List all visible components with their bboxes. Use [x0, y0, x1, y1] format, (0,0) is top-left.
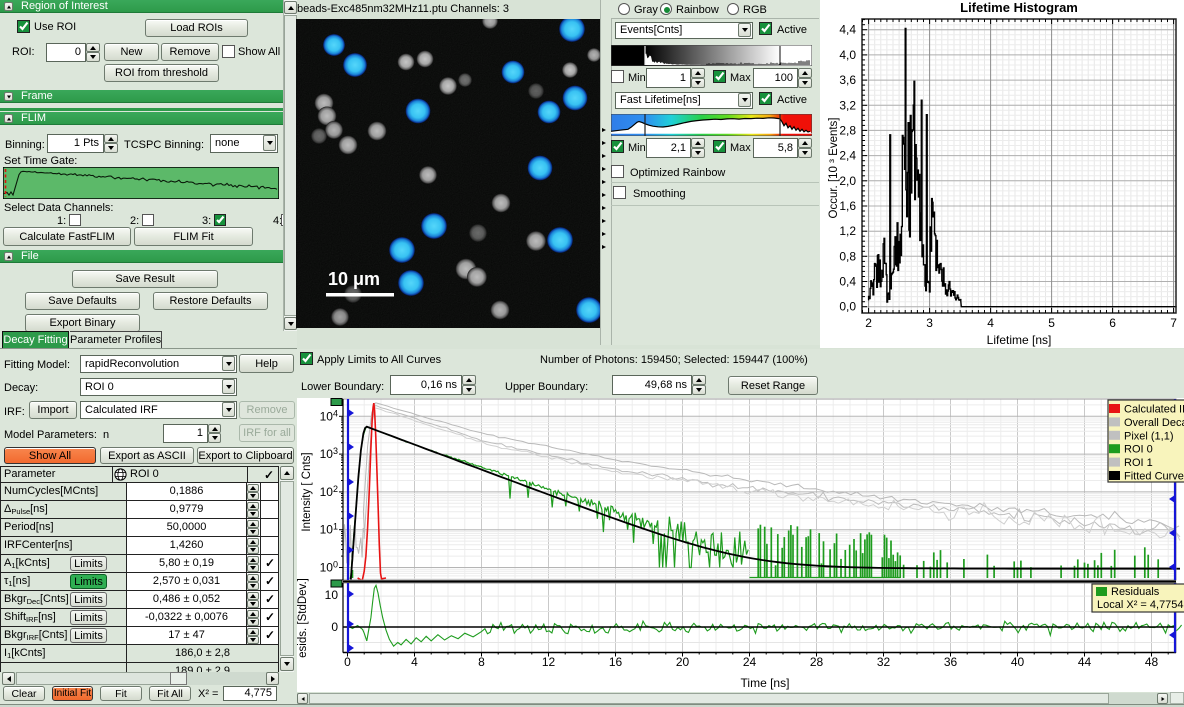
svg-text:2,8: 2,8 [839, 123, 856, 137]
svg-text:24: 24 [743, 655, 757, 669]
svg-text:44: 44 [1078, 655, 1092, 669]
svg-text:1,6: 1,6 [839, 199, 856, 213]
svg-text:Calculated IRF: Calculated IRF [1124, 404, 1184, 416]
svg-text:40: 40 [1011, 655, 1025, 669]
svg-text:Occur. [10 ³ Events]: Occur. [10 ³ Events] [828, 118, 840, 219]
svg-text:0: 0 [344, 655, 351, 669]
svg-text:esids. [StdDev.]: esids. [StdDev.] [297, 578, 309, 658]
svg-text:3,2: 3,2 [839, 98, 856, 112]
svg-text:2,4: 2,4 [839, 149, 856, 163]
svg-text:20: 20 [676, 655, 690, 669]
svg-text:2: 2 [865, 316, 872, 330]
svg-text:0,8: 0,8 [839, 249, 856, 263]
svg-text:10: 10 [325, 588, 339, 602]
svg-text:Local X² = 4,7754: Local X² = 4,7754 [1097, 599, 1184, 611]
svg-text:Pixel (1,1): Pixel (1,1) [1124, 430, 1174, 442]
svg-text:Time [ns]: Time [ns] [741, 676, 790, 690]
svg-text:4: 4 [411, 655, 418, 669]
svg-text:4,0: 4,0 [839, 48, 856, 62]
svg-text:48: 48 [1145, 655, 1159, 669]
svg-text:4: 4 [987, 316, 994, 330]
svg-text:4,4: 4,4 [839, 23, 856, 37]
svg-text:28: 28 [810, 655, 824, 669]
svg-text:0: 0 [331, 620, 338, 634]
svg-text:0,4: 0,4 [839, 275, 856, 289]
svg-text:Lifetime Histogram: Lifetime Histogram [960, 0, 1078, 15]
svg-text:8: 8 [478, 655, 485, 669]
svg-text:16: 16 [609, 655, 623, 669]
svg-text:Lifetime [ns]: Lifetime [ns] [987, 333, 1052, 347]
svg-text:7: 7 [1170, 316, 1177, 330]
svg-text:3,6: 3,6 [839, 73, 856, 87]
svg-text:Overall Decay: Overall Decay [1124, 417, 1184, 429]
svg-text:6: 6 [1109, 316, 1116, 330]
svg-text:ROI 1: ROI 1 [1124, 457, 1153, 469]
svg-text:12: 12 [542, 655, 556, 669]
svg-text:Fitted Curve: Fitted Curve [1124, 471, 1184, 483]
svg-text:1,2: 1,2 [839, 224, 856, 238]
svg-text:36: 36 [944, 655, 958, 669]
svg-text:5: 5 [1048, 316, 1055, 330]
svg-text:10 μm: 10 μm [328, 269, 380, 289]
svg-text:ROI 0: ROI 0 [1124, 444, 1153, 456]
svg-text:Intensity [ Cnts]: Intensity [ Cnts] [301, 452, 313, 531]
svg-text:Residuals: Residuals [1111, 586, 1160, 598]
svg-text:0,0: 0,0 [839, 300, 856, 314]
svg-text:32: 32 [877, 655, 891, 669]
svg-text:3: 3 [926, 316, 933, 330]
svg-text:2,0: 2,0 [839, 174, 856, 188]
